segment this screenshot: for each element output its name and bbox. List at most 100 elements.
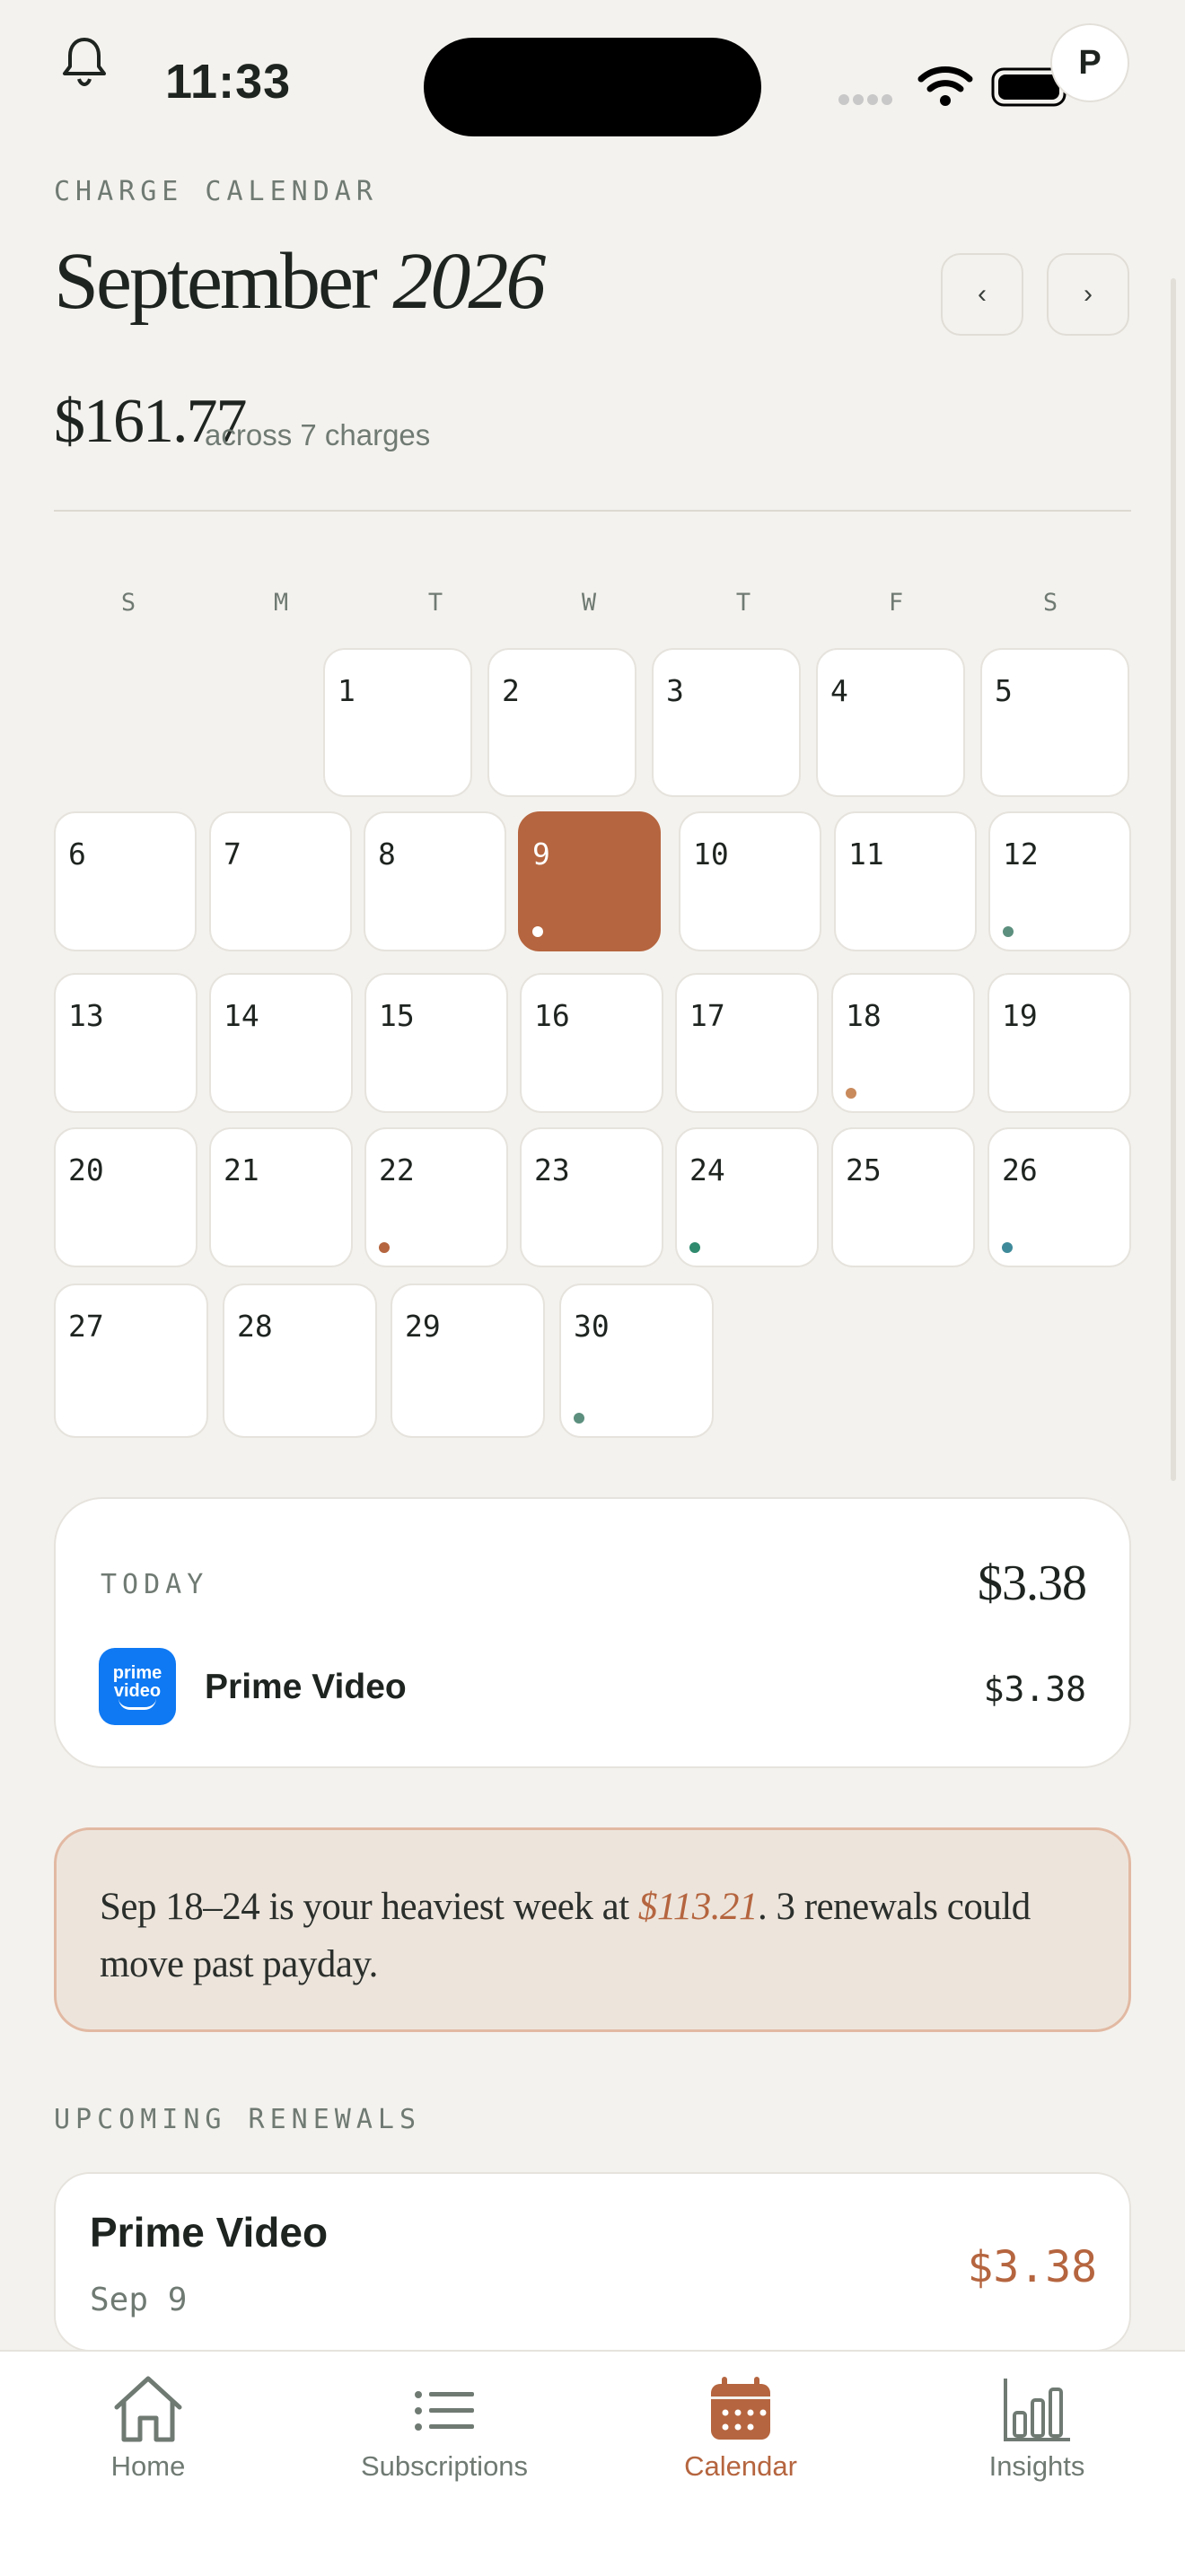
day-number: 17 <box>689 998 725 1033</box>
day-number: 13 <box>68 998 104 1033</box>
renewal-name: Prime Video <box>90 2209 329 2256</box>
prime-video-logo: prime video <box>99 1648 176 1725</box>
today-total: $3.38 <box>978 1555 1087 1611</box>
day-number: 12 <box>1003 837 1039 872</box>
calendar-day[interactable]: 8 <box>364 811 506 951</box>
tab-calendar[interactable]: Calendar <box>592 2373 889 2508</box>
day-number: 20 <box>68 1152 104 1187</box>
month-label: September <box>54 237 378 326</box>
calendar-day[interactable]: 7 <box>209 811 352 951</box>
next-month-button[interactable]: › <box>1047 253 1129 336</box>
calendar-day[interactable]: 18 <box>831 973 975 1113</box>
calendar-day[interactable]: 22 <box>364 1127 508 1267</box>
renewal-amount: $3.38 <box>967 2242 1098 2292</box>
day-number: 28 <box>237 1309 273 1344</box>
day-number: 11 <box>848 837 884 872</box>
calendar-day[interactable]: 14 <box>209 973 353 1113</box>
section-eyebrow: CHARGE CALENDAR <box>54 176 378 207</box>
tab-insights[interactable]: Insights <box>889 2373 1185 2508</box>
calendar-day[interactable]: 24 <box>675 1127 819 1267</box>
status-bar: 11:33 P <box>0 0 1185 144</box>
smile-arrow-icon <box>118 1698 156 1710</box>
weekday-label: S <box>1042 589 1058 617</box>
day-number: 16 <box>534 998 570 1033</box>
charge-dot <box>846 1088 856 1099</box>
calendar-day[interactable]: 28 <box>223 1284 377 1438</box>
calendar-day[interactable]: 2 <box>487 648 636 797</box>
bell-icon[interactable] <box>56 32 113 90</box>
calendar-day[interactable]: 10 <box>679 811 821 951</box>
calendar-day[interactable]: 19 <box>988 973 1131 1113</box>
weekday-label: F <box>888 589 904 617</box>
heaviest-week-insight: Sep 18–24 is your heaviest week at $113.… <box>54 1827 1131 2032</box>
day-number: 15 <box>379 998 415 1033</box>
today-item-name[interactable]: Prime Video <box>205 1668 407 1707</box>
day-number: 5 <box>995 673 1013 708</box>
day-number: 7 <box>224 837 241 872</box>
day-number: 2 <box>502 673 520 708</box>
calendar-day[interactable]: 16 <box>520 973 663 1113</box>
upcoming-label: UPCOMING RENEWALS <box>54 2104 422 2135</box>
day-number: 6 <box>68 837 86 872</box>
calendar-day[interactable]: 9 <box>518 811 661 951</box>
renewal-card[interactable]: Prime Video Sep 9 $3.38 <box>54 2172 1131 2352</box>
signal-dots-icon <box>838 93 901 106</box>
calendar-icon <box>711 2377 770 2440</box>
calendar-day[interactable]: 26 <box>988 1127 1131 1267</box>
calendar-day[interactable]: 3 <box>652 648 801 797</box>
avatar[interactable]: P <box>1050 23 1129 102</box>
day-number: 25 <box>846 1152 882 1187</box>
prev-month-button[interactable]: ‹ <box>941 253 1023 336</box>
calendar-day[interactable]: 6 <box>54 811 197 951</box>
calendar-day[interactable]: 25 <box>831 1127 975 1267</box>
charge-dot <box>1002 1242 1013 1253</box>
weekday-label: T <box>427 589 443 617</box>
day-number: 24 <box>689 1152 725 1187</box>
chevron-left-icon: ‹ <box>978 279 987 309</box>
day-number: 18 <box>846 998 882 1033</box>
today-label: TODAY <box>101 1569 209 1600</box>
bar-chart-icon <box>1004 2379 1070 2441</box>
calendar-day[interactable]: 17 <box>675 973 819 1113</box>
calendar-day[interactable]: 29 <box>391 1284 545 1438</box>
day-number: 27 <box>68 1309 104 1344</box>
weekday-label: W <box>581 589 597 617</box>
home-icon <box>114 2376 182 2442</box>
calendar-day[interactable]: 5 <box>980 648 1129 797</box>
page-title: September 2026 <box>54 235 546 328</box>
day-number: 1 <box>338 673 356 708</box>
tab-home[interactable]: Home <box>0 2373 296 2508</box>
status-time: 11:33 <box>165 55 292 109</box>
weekday-label: S <box>120 589 136 617</box>
renewal-date: Sep 9 <box>90 2282 188 2318</box>
day-number: 3 <box>666 673 684 708</box>
charge-dot <box>1003 926 1014 937</box>
calendar-day[interactable]: 12 <box>988 811 1131 951</box>
calendar-day[interactable]: 21 <box>209 1127 353 1267</box>
wifi-icon <box>917 66 973 106</box>
calendar-day[interactable]: 15 <box>364 973 508 1113</box>
scrollbar[interactable] <box>1171 278 1176 1481</box>
calendar-day[interactable]: 4 <box>816 648 965 797</box>
day-number: 22 <box>379 1152 415 1187</box>
calendar-day[interactable]: 11 <box>834 811 977 951</box>
weekday-label: T <box>735 589 751 617</box>
calendar-day[interactable]: 27 <box>54 1284 208 1438</box>
calendar-day[interactable]: 13 <box>54 973 198 1113</box>
today-item-amount: $3.38 <box>983 1669 1086 1709</box>
tab-label: Home <box>110 2450 186 2482</box>
day-number: 8 <box>378 837 396 872</box>
tab-bar: Home Subscriptions Calendar Insights <box>0 2350 1185 2576</box>
calendar-day[interactable]: 1 <box>323 648 472 797</box>
calendar-day[interactable]: 23 <box>520 1127 663 1267</box>
calendar-day[interactable]: 20 <box>54 1127 198 1267</box>
year-label: 2026 <box>392 237 546 326</box>
day-number: 9 <box>532 837 550 872</box>
day-number: 10 <box>693 837 729 872</box>
tab-label: Insights <box>988 2450 1085 2482</box>
tab-subscriptions[interactable]: Subscriptions <box>296 2373 592 2508</box>
calendar-day[interactable]: 30 <box>559 1284 714 1438</box>
list-icon <box>415 2391 474 2431</box>
today-card: TODAY $3.38 prime video Prime Video $3.3… <box>54 1497 1131 1768</box>
divider <box>54 510 1131 512</box>
